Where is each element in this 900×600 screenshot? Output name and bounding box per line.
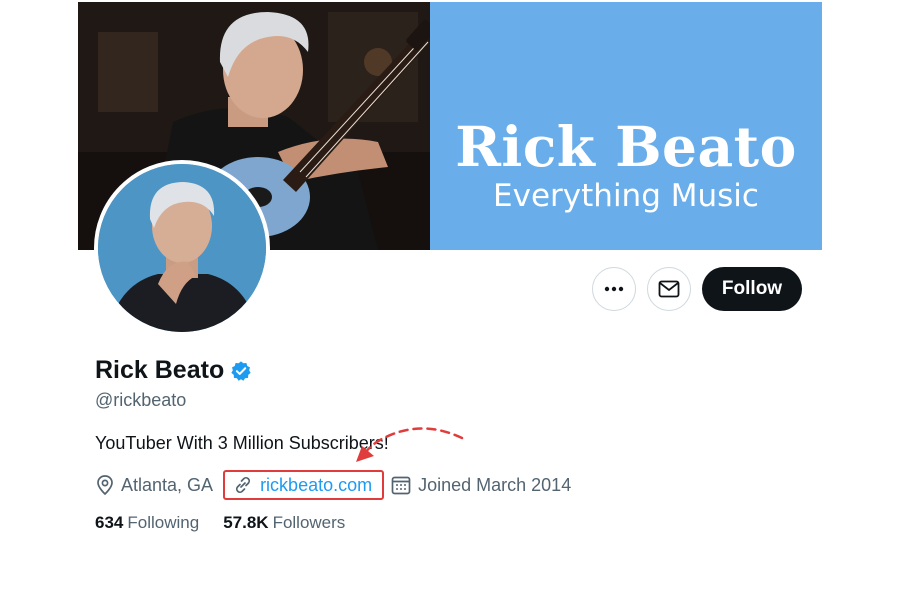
website-highlight-box: rickbeato.com: [223, 470, 385, 500]
profile-name-row: Rick Beato: [95, 356, 252, 385]
followers-label: Followers: [272, 513, 346, 532]
following-label: Following: [127, 513, 200, 532]
envelope-icon: [658, 280, 680, 298]
location-pin-icon: [97, 475, 113, 496]
banner-brand-panel: Rick Beato Everything Music: [430, 2, 822, 250]
bio: YouTuber With 3 Million Subscribers!: [95, 433, 389, 453]
location-text: Atlanta, GA: [121, 474, 214, 495]
banner-brand-subtitle: Everything Music: [493, 178, 759, 214]
following-stat[interactable]: 634 Following: [95, 513, 199, 533]
link-icon: [236, 476, 251, 494]
website-link[interactable]: rickbeato.com: [260, 475, 372, 496]
message-button[interactable]: [647, 267, 691, 311]
display-name: Rick Beato: [95, 356, 225, 384]
following-count: 634: [95, 513, 124, 532]
follow-button[interactable]: Follow: [702, 267, 802, 311]
joined-date: Joined March 2014: [390, 474, 571, 496]
followers-count: 57.8K: [223, 513, 269, 532]
handle: @rickbeato: [95, 390, 187, 410]
profile-meta-row: Atlanta, GA rickbeato.com Joined March 2…: [95, 470, 571, 500]
location: Atlanta, GA: [95, 474, 213, 496]
followers-stat[interactable]: 57.8K Followers: [223, 513, 345, 533]
avatar-photo: [98, 164, 266, 332]
more-options-button[interactable]: [592, 267, 636, 311]
follow-stats: 634 Following 57.8K Followers: [95, 513, 369, 533]
calendar-icon: [391, 476, 411, 495]
avatar[interactable]: [94, 160, 270, 336]
verified-badge-icon[interactable]: [230, 360, 252, 382]
banner-brand-title: Rick Beato: [455, 114, 797, 179]
more-horizontal-icon: [604, 286, 624, 292]
joined-text: Joined March 2014: [418, 474, 572, 495]
